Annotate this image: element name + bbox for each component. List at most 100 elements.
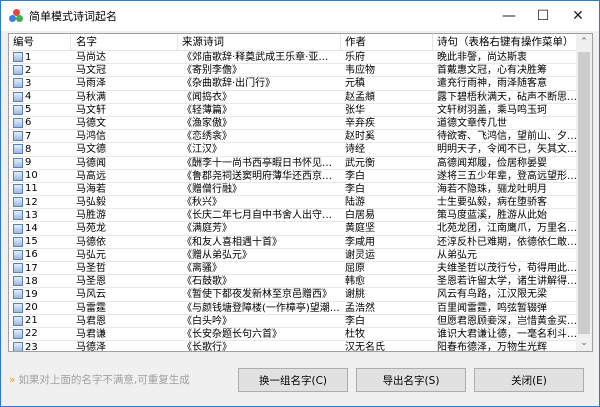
- row-verse: 士生要弘毅，病在堕骄客: [433, 196, 584, 208]
- header-id[interactable]: 编号: [9, 34, 71, 50]
- row-author: 汉无名氏: [341, 341, 433, 351]
- row-source-text: 《恋绣衾》: [182, 131, 232, 143]
- header-name[interactable]: 名字: [71, 34, 178, 50]
- close-button[interactable]: 关闭(E): [474, 368, 584, 392]
- regenerate-button[interactable]: 换一组名字(C): [238, 368, 348, 392]
- row-id: 22: [9, 328, 71, 340]
- window-title: 简单模式诗词起名: [29, 10, 117, 23]
- table-row[interactable]: 1 马尚达 《郊庙歌辞·释奠武成王乐章·亚… 乐府 晚此非謦，尚达斯衷: [9, 51, 592, 65]
- row-verse-text: 明明天子，令闻不已，矢其文…: [437, 144, 577, 156]
- row-document-icon: [13, 91, 23, 102]
- row-source: 《赠从弟弘元》: [178, 249, 341, 261]
- table-row[interactable]: 9 马德闻 《酬李十一尚书西亭暇日书怀见寄… 武元衡 高德闻郑履，俭居称晏婴: [9, 157, 592, 170]
- row-verse: 百里闻雷霆，鸣弦暂辍弹: [433, 302, 584, 314]
- row-source-text: 《鲁郡尧祠送窦明府薄华还西京（…: [182, 170, 341, 182]
- row-name: 马雷霆: [71, 302, 178, 314]
- row-verse-text: 夫维圣哲以茂行兮，苟得用此…: [437, 263, 577, 274]
- row-author: 李咸用: [341, 236, 433, 248]
- row-document-icon: [13, 329, 23, 340]
- table-row[interactable]: 20 马雷霆 《与颜钱塘登障楼(一作樟亭)望潮… 孟浩然 百里闻雷霆，鸣弦暂辍弹: [9, 302, 592, 315]
- row-id: 17: [9, 262, 71, 274]
- row-document-icon: [13, 144, 23, 155]
- row-author-text: 韩愈: [345, 276, 365, 288]
- row-verse: 从弟弘元: [433, 249, 584, 261]
- row-id: 16: [9, 249, 71, 261]
- scroll-up-icon[interactable]: ⌃: [576, 37, 592, 47]
- export-button[interactable]: 导出名字(S): [356, 368, 466, 392]
- row-verse-text: 还淳反朴已难期，依德依仁敢…: [437, 236, 577, 248]
- table-row[interactable]: 6 马德文 《渔家傲》 辛弃疾 道德文章传几世: [9, 117, 592, 131]
- row-source: 《寄别李儋》: [178, 64, 341, 76]
- table-row[interactable]: 16 马弘元 《赠从弟弘元》 谢灵运 从弟弘元: [9, 249, 592, 262]
- row-name-text: 马尚达: [76, 52, 106, 63]
- row-source: 《长歌行》: [178, 341, 341, 351]
- row-name: 马风云: [71, 288, 178, 300]
- table-row[interactable]: 13 马胜游 《长庆二年七月自中书舍人出守杭… 白居易 策马度蓝溪，胜游从此始: [9, 209, 592, 223]
- table-row[interactable]: 3 马雨泽 《杂曲歌辞·出门行》 元稹 遣充行雨神，雨泽随客意: [9, 77, 592, 91]
- row-author: 赵时奚: [341, 130, 433, 142]
- row-author-text: 张华: [345, 104, 365, 116]
- table-row[interactable]: 15 马德依 《和友人喜相遇十首》 李咸用 还淳反朴已难期，依德依仁敢…: [9, 236, 592, 249]
- scrollbar-thumb[interactable]: [578, 52, 590, 334]
- row-verse-text: 高德闻郑履，俭居称晏婴: [437, 157, 547, 169]
- row-name-text: 马胜游: [76, 210, 106, 222]
- row-name: 马鸿信: [71, 130, 178, 142]
- row-source: 《鲁郡尧祠送窦明府薄华还西京（…: [178, 170, 341, 182]
- row-name: 马圣恩: [71, 275, 178, 287]
- row-name: 马德闻: [71, 157, 178, 169]
- row-name: 马弘元: [71, 249, 178, 261]
- row-name-text: 马文冠: [76, 65, 106, 77]
- row-name: 马文轩: [71, 104, 178, 116]
- table-row[interactable]: 17 马圣哲 《离骚》 屈原 夫维圣哲以茂行兮，苟得用此…: [9, 262, 592, 276]
- table-row[interactable]: 12 马弘毅 《秋兴》 陆游 士生要弘毅，病在堕骄客: [9, 196, 592, 210]
- row-author: 谢朓: [341, 288, 433, 300]
- row-verse: 北苑龙团，江南鹰爪，万里名…: [433, 222, 584, 234]
- table-row[interactable]: 2 马文冠 《寄别李儋》 韦应物 首戴惠文冠，心有决胜筹: [9, 64, 592, 78]
- row-document-icon: [13, 170, 23, 181]
- row-id-text: 14: [25, 222, 38, 234]
- row-author: 元稹: [341, 77, 433, 89]
- row-name-text: 马弘毅: [76, 197, 106, 209]
- row-id-text: 11: [25, 183, 38, 195]
- table-row[interactable]: 10 马高远 《鲁郡尧祠送窦明府薄华还西京（… 李白 遂将三五少年辈，登高远望形…: [9, 170, 592, 183]
- row-document-icon: [13, 249, 23, 260]
- row-name-text: 马海若: [76, 183, 106, 195]
- table-row[interactable]: 19 马风云 《暂使下都夜发新林至京邑赠西》 谢朓 风云有鸟路，江汉限无梁: [9, 288, 592, 302]
- names-table[interactable]: 编号 名字 来源诗词 作者 诗句（表格右键有操作菜单） 1 马尚达 《郊庙歌辞·释奠…: [8, 33, 593, 352]
- row-source-text: 《离骚》: [182, 263, 222, 274]
- row-verse-text: 首戴惠文冠，心有决胜筹: [437, 65, 547, 77]
- table-row[interactable]: 18 马圣恩 《石鼓歌》 韩愈 圣恩若许留太学，诸生讲解得…: [9, 275, 592, 289]
- row-document-icon: [13, 315, 23, 326]
- table-row[interactable]: 22 马君谦 《长安杂题长句六首》 杜牧 谁识大君谦让德，一毫名利斗…: [9, 328, 592, 342]
- row-id: 3: [9, 77, 71, 89]
- row-source: 《和友人喜相遇十首》: [178, 236, 341, 248]
- row-id: 4: [9, 91, 71, 103]
- scroll-down-icon[interactable]: ⌄: [576, 338, 592, 348]
- row-source-text: 《寄别李儋》: [182, 65, 242, 77]
- table-row[interactable]: 5 马文轩 《轻薄篇》 张华 文轩树羽盖，乘马鸣玉珂: [9, 104, 592, 117]
- table-row[interactable]: 8 马文德 《江汉》 诗经 明明天子，令闻不已，矢其文…: [9, 143, 592, 157]
- row-document-icon: [13, 197, 23, 208]
- row-verse: 策马度蓝溪，胜游从此始: [433, 209, 584, 221]
- table-row[interactable]: 23 马德泽 《长歌行》 汉无名氏 阳春布德泽，万物生光辉: [9, 341, 592, 351]
- close-window-button[interactable]: ✕: [556, 1, 600, 31]
- header-verse[interactable]: 诗句（表格右键有操作菜单）: [433, 34, 584, 50]
- row-verse: 夫维圣哲以茂行兮，苟得用此…: [433, 262, 584, 274]
- table-row[interactable]: 4 马秋满 《闻捣衣》 赵孟頫 露下碧梧秋满天，砧声不断思…: [9, 91, 592, 104]
- row-source-text: 《闻捣衣》: [182, 91, 232, 103]
- row-document-icon: [13, 118, 23, 129]
- header-author[interactable]: 作者: [341, 34, 433, 50]
- table-row[interactable]: 21 马君恩 《白头吟》 李白 但愿君恩顾妾深，岂惜黄金买…: [9, 315, 592, 328]
- title-bar: 简单模式诗词起名 — ☐ ✕: [1, 1, 599, 31]
- row-author-text: 李白: [345, 170, 365, 182]
- table-row[interactable]: 14 马苑龙 《满庭芳》 黄庭坚 北苑龙团，江南鹰爪，万里名…: [9, 222, 592, 236]
- table-row[interactable]: 11 马海若 《赠僧行融》 李白 海若不隐珠，骊龙吐明月: [9, 183, 592, 197]
- row-author: 赵孟頫: [341, 91, 433, 103]
- header-source[interactable]: 来源诗词: [178, 34, 341, 50]
- row-source: 《恋绣衾》: [178, 130, 341, 142]
- row-author-text: 辛弃疾: [345, 117, 375, 129]
- table-row[interactable]: 7 马鸿信 《恋绣衾》 赵时奚 待欲寄、飞鸿信，望前山、夕…: [9, 130, 592, 144]
- row-author: 李白: [341, 170, 433, 182]
- row-id-text: 8: [25, 143, 32, 155]
- vertical-scrollbar[interactable]: ⌃ ⌄: [576, 34, 592, 351]
